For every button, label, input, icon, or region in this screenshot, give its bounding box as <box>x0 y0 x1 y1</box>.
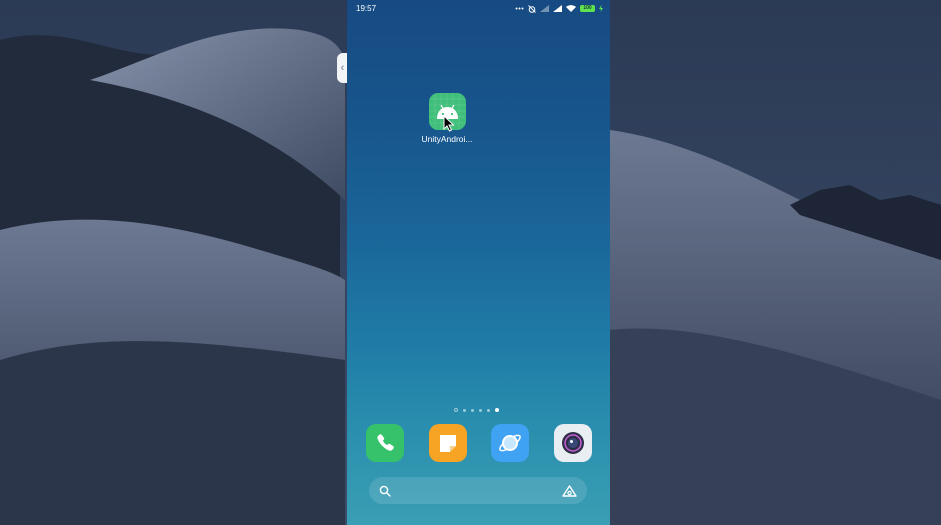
signal-icon <box>553 5 562 12</box>
page-dot[interactable] <box>454 408 458 412</box>
charging-icon <box>599 5 603 12</box>
page-dot[interactable] <box>487 408 490 412</box>
page-dot[interactable] <box>463 408 466 412</box>
status-time: 19:57 <box>356 4 377 13</box>
dock-camera-app[interactable] <box>553 424 592 462</box>
dock <box>366 424 592 462</box>
alarm-off-icon <box>528 4 536 13</box>
search-bar[interactable] <box>369 477 587 504</box>
dock-notes-app[interactable] <box>428 424 467 462</box>
app-label: UnityAndroi... <box>421 134 473 144</box>
notes-icon <box>439 435 456 452</box>
chevron-left-icon: ‹ <box>340 61 345 74</box>
status-bar: 19:57 100 <box>347 0 610 17</box>
more-dots-icon <box>515 7 524 10</box>
page-dot-active[interactable] <box>495 408 499 412</box>
page-dot[interactable] <box>471 408 474 412</box>
search-icon[interactable] <box>379 485 391 497</box>
mouse-cursor-icon <box>443 115 455 132</box>
assistant-icon[interactable] <box>562 484 577 497</box>
phone-screen: 19:57 100 UnityAndroi... <box>347 0 610 525</box>
camera-icon <box>561 432 584 454</box>
dock-phone-app[interactable] <box>366 424 404 462</box>
signal-weak-icon <box>540 5 549 12</box>
browser-icon <box>499 434 522 452</box>
phone-icon <box>377 434 394 451</box>
wifi-icon <box>566 5 576 12</box>
dock-browser-app[interactable] <box>491 424 530 462</box>
battery-icon: 100 <box>580 5 595 12</box>
page-indicator <box>454 408 499 412</box>
page-dot[interactable] <box>479 408 482 412</box>
